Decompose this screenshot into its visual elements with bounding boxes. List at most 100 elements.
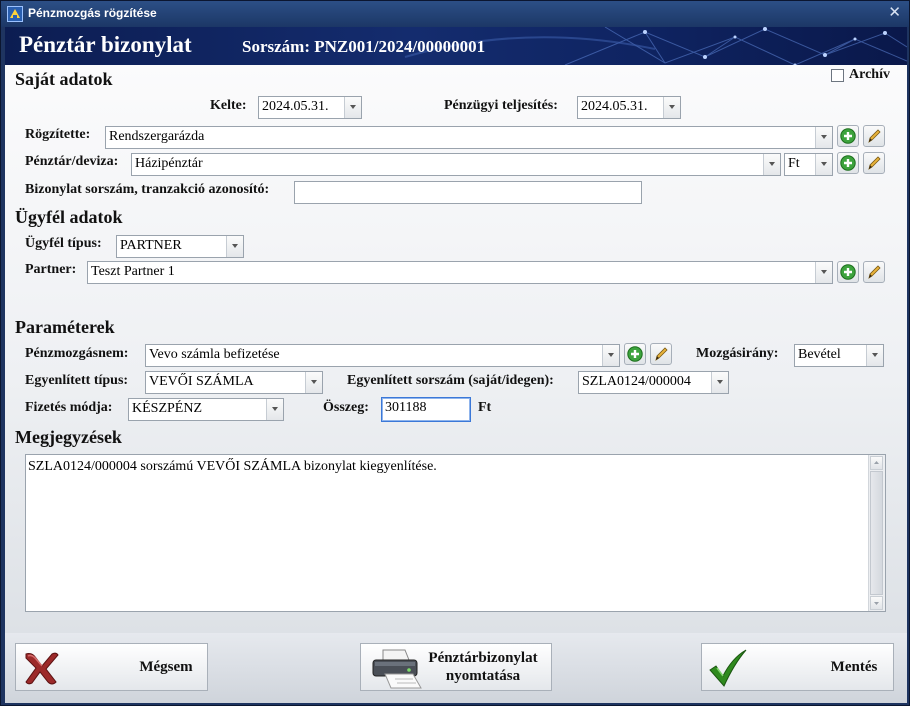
- window-title: Pénzmozgás rögzítése: [28, 6, 157, 20]
- own-data-heading: Saját adatok: [15, 69, 113, 89]
- page-title: Pénztár bizonylat: [19, 32, 192, 57]
- settled-number-value: SZLA0124/000004: [582, 374, 691, 389]
- chevron-down-icon[interactable]: [711, 372, 728, 393]
- partner-add-button[interactable]: [837, 261, 859, 283]
- recorder-value: Rendszergarázda: [109, 129, 205, 144]
- payment-method-label: Fizetés módja:: [25, 400, 113, 415]
- close-icon[interactable]: ✕: [888, 3, 901, 21]
- parameters-heading: Paraméterek: [15, 317, 115, 337]
- archive-label: Archív: [849, 67, 890, 82]
- notes-text: SZLA0124/000004 sorszámú VEVŐI SZÁMLA bi…: [28, 459, 437, 474]
- notes-scrollbar[interactable]: [868, 455, 885, 611]
- direction-label: Mozgásirány:: [696, 346, 779, 361]
- app-icon: [7, 6, 23, 22]
- footer-bar: Mégsem Pénztárbizonylat nyomtatása Menté…: [5, 633, 907, 703]
- cashbox-add-button[interactable]: [837, 152, 859, 174]
- add-icon: [627, 346, 643, 362]
- chevron-down-icon[interactable]: [602, 345, 619, 366]
- chevron-down-icon: [874, 602, 879, 605]
- cancel-label: Mégsem: [139, 659, 193, 675]
- settlement-date-value: 2024.05.31.: [581, 99, 648, 114]
- recorder-edit-button[interactable]: [863, 125, 885, 147]
- date-value: 2024.05.31.: [262, 99, 329, 114]
- notes-textarea[interactable]: SZLA0124/000004 sorszámú VEVŐI SZÁMLA bi…: [25, 454, 886, 612]
- checkmark-icon: [709, 649, 747, 687]
- currency-value: Ft: [788, 156, 800, 171]
- chevron-up-icon: [874, 461, 879, 464]
- document-number-label: Bizonylat sorszám, tranzakció azonosító:: [25, 182, 270, 197]
- save-label: Mentés: [830, 659, 878, 675]
- cancel-button[interactable]: Mégsem: [15, 643, 208, 691]
- printer-icon: [372, 649, 422, 689]
- partner-select[interactable]: Teszt Partner 1: [87, 261, 833, 284]
- cashbox-label: Pénztár/deviza:: [25, 154, 119, 169]
- settled-type-select[interactable]: VEVŐI SZÁMLA: [145, 371, 323, 394]
- client-data-heading: Ügyfél adatok: [15, 207, 123, 227]
- chevron-down-icon[interactable]: [815, 262, 832, 283]
- notes-heading: Megjegyzések: [15, 427, 122, 447]
- recorder-add-button[interactable]: [837, 125, 859, 147]
- chevron-down-icon[interactable]: [344, 97, 361, 118]
- settled-number-select[interactable]: SZLA0124/000004: [578, 371, 729, 394]
- cashbox-select[interactable]: Házipénztár: [131, 153, 781, 176]
- settled-type-value: VEVŐI SZÁMLA: [149, 374, 254, 389]
- chevron-down-icon[interactable]: [866, 345, 883, 366]
- client-type-select[interactable]: PARTNER: [116, 235, 244, 258]
- print-label-line-1: Pénztárbizonylat: [428, 650, 538, 666]
- window: Pénzmozgás rögzítése ✕ Pénztár bizonylat…: [0, 0, 910, 706]
- scroll-up-button[interactable]: [870, 456, 883, 470]
- add-icon: [840, 264, 856, 280]
- settlement-date-label: Pénzügyi teljesítés:: [444, 98, 558, 113]
- movement-type-select[interactable]: Vevo számla befizetése: [145, 344, 620, 367]
- movement-type-label: Pénzmozgásnem:: [25, 346, 129, 361]
- currency-select[interactable]: Ft: [784, 153, 833, 176]
- chevron-down-icon[interactable]: [663, 97, 680, 118]
- date-picker[interactable]: 2024.05.31.: [258, 96, 362, 119]
- chevron-down-icon[interactable]: [815, 154, 832, 175]
- client-type-label: Ügyfél típus:: [25, 236, 102, 251]
- recorder-select[interactable]: Rendszergarázda: [105, 126, 833, 149]
- add-icon: [840, 155, 856, 171]
- chevron-down-icon[interactable]: [226, 236, 243, 257]
- movement-type-edit-button[interactable]: [650, 343, 672, 365]
- edit-pencil-icon: [868, 156, 881, 170]
- payment-method-select[interactable]: KÉSZPÉNZ: [128, 398, 284, 421]
- cancel-x-icon: [25, 652, 59, 685]
- partner-label: Partner:: [25, 262, 77, 277]
- chevron-down-icon[interactable]: [763, 154, 780, 175]
- archive-checkbox[interactable]: [831, 69, 844, 82]
- cashbox-value: Házipénztár: [135, 156, 203, 171]
- movement-type-value: Vevo számla befizetése: [149, 347, 280, 362]
- amount-label: Összeg:: [323, 400, 369, 415]
- document-serial: Sorszám: PNZ001/2024/00000001: [242, 37, 486, 56]
- chevron-down-icon[interactable]: [305, 372, 322, 393]
- movement-type-add-button[interactable]: [624, 343, 646, 365]
- recorder-label: Rögzítette:: [25, 127, 91, 142]
- title-bar: Pénzmozgás rögzítése ✕: [1, 1, 909, 27]
- header-banner: Pénztár bizonylat Sorszám: PNZ001/2024/0…: [5, 27, 907, 65]
- edit-pencil-icon: [868, 129, 881, 143]
- partner-edit-button[interactable]: [863, 261, 885, 283]
- settled-number-label: Egyenlített sorszám (saját/idegen):: [347, 373, 554, 388]
- date-label: Kelte:: [210, 98, 247, 113]
- edit-pencil-icon: [655, 347, 668, 361]
- document-number-input[interactable]: [294, 181, 642, 204]
- amount-unit: Ft: [478, 400, 492, 415]
- print-button[interactable]: Pénztárbizonylat nyomtatása: [360, 643, 552, 691]
- chevron-down-icon[interactable]: [815, 127, 832, 148]
- save-button[interactable]: Mentés: [701, 643, 894, 691]
- settled-type-label: Egyenlített típus:: [25, 373, 129, 388]
- cashbox-edit-button[interactable]: [863, 152, 885, 174]
- partner-value: Teszt Partner 1: [91, 264, 175, 279]
- add-icon: [840, 128, 856, 144]
- direction-value: Bevétel: [798, 347, 841, 362]
- scroll-down-button[interactable]: [870, 596, 883, 610]
- form-content: Saját adatok Archív Kelte: 2024.05.31. P…: [5, 65, 907, 633]
- amount-input[interactable]: 301188: [381, 397, 471, 422]
- direction-select[interactable]: Bevétel: [794, 344, 884, 367]
- scroll-thumb[interactable]: [870, 471, 883, 595]
- settlement-date-picker[interactable]: 2024.05.31.: [577, 96, 681, 119]
- print-label-line-2: nyomtatása: [445, 668, 521, 684]
- chevron-down-icon[interactable]: [266, 399, 283, 420]
- client-type-value: PARTNER: [120, 238, 182, 253]
